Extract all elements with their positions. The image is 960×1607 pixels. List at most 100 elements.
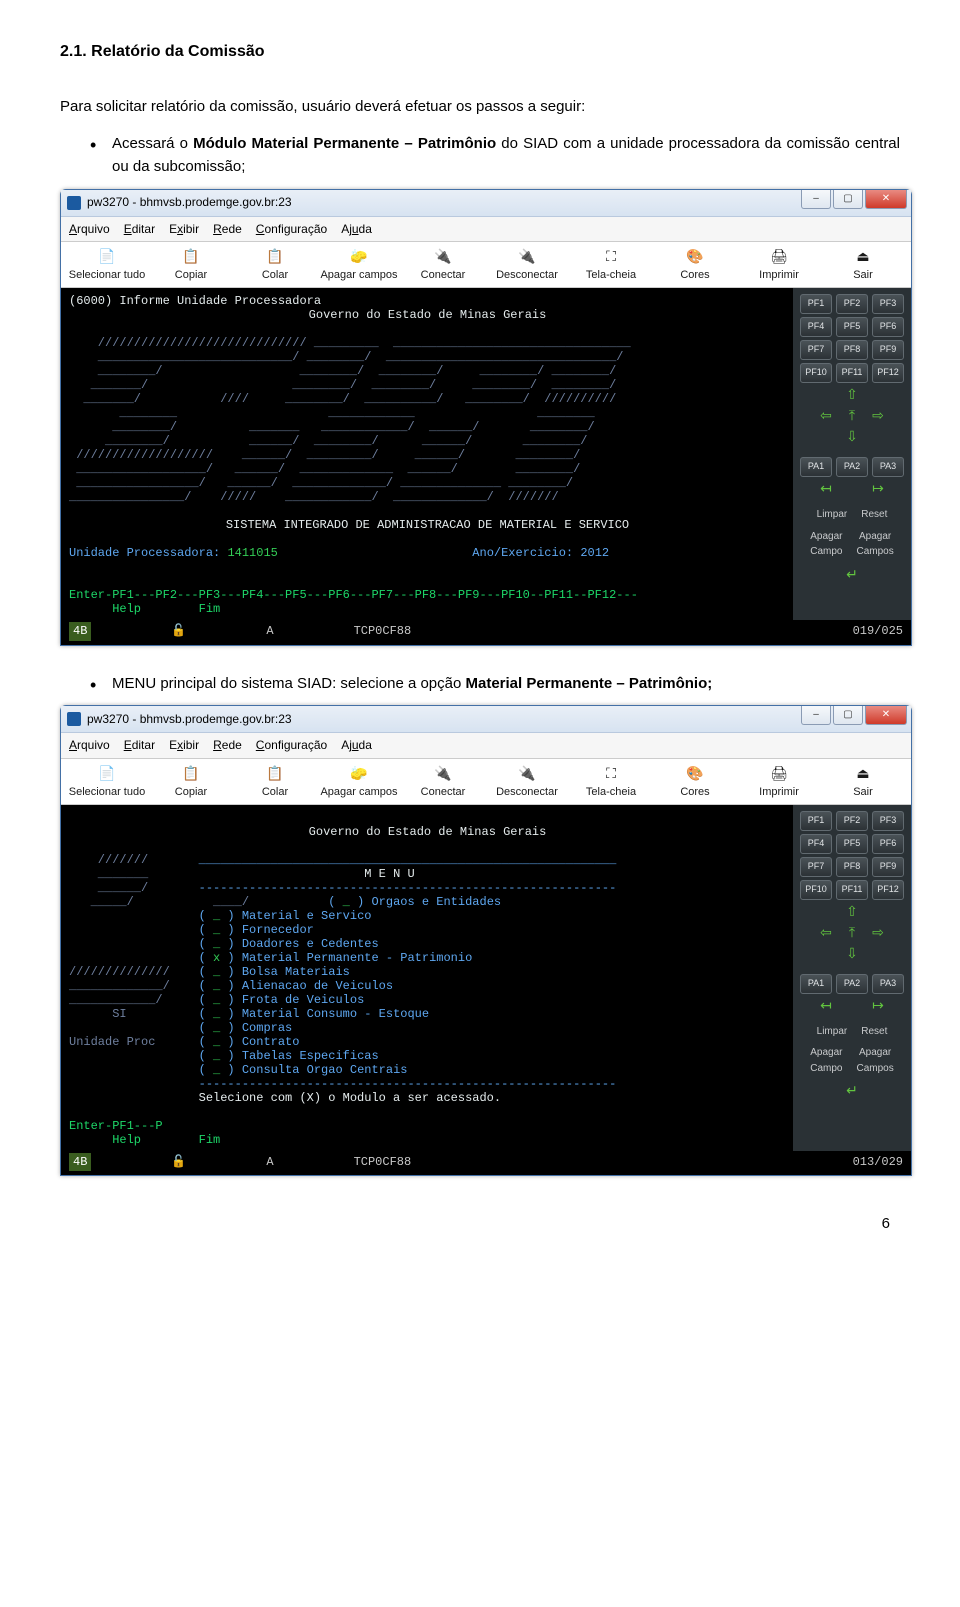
toolbar-copiar[interactable]: 📋Copiar (151, 763, 231, 804)
toolbar-colar[interactable]: 📋Colar (235, 246, 315, 287)
pf12-button[interactable]: PF12 (872, 363, 904, 383)
toolbar-conectar[interactable]: 🔌Conectar (403, 763, 483, 804)
minimize-button[interactable]: – (801, 706, 831, 725)
toolbar-cores[interactable]: 🎨Cores (655, 246, 735, 287)
titlebar-2[interactable]: pw3270 - bhmvsb.prodemge.gov.br:23 – ▢ ✕ (61, 706, 911, 733)
titlebar[interactable]: pw3270 - bhmvsb.prodemge.gov.br:23 – ▢ ✕ (61, 190, 911, 217)
pf2-button[interactable]: PF2 (836, 811, 868, 831)
apagar-campo-button[interactable]: ApagarCampo (810, 1045, 842, 1076)
pf10-button[interactable]: PF10 (800, 880, 832, 900)
reset-button[interactable]: Reset (861, 507, 887, 523)
toolbar-tela-cheia[interactable]: ⛶Tela-cheia (571, 246, 651, 287)
pa2-button[interactable]: PA2 (836, 457, 868, 477)
pf1-button[interactable]: PF1 (800, 811, 832, 831)
toolbar-colar[interactable]: 📋Colar (235, 763, 315, 804)
tab-back-icon[interactable]: ↤ (815, 480, 837, 498)
pa3-button[interactable]: PA3 (872, 457, 904, 477)
menu-editar[interactable]: Editar (124, 736, 155, 755)
menu-ajuda[interactable]: Ajuda (341, 220, 372, 239)
tab-fwd-icon[interactable]: ↦ (867, 480, 889, 498)
menu-rede[interactable]: Rede (213, 220, 242, 239)
pf6-button[interactable]: PF6 (872, 834, 904, 854)
pf7-button[interactable]: PF7 (800, 857, 832, 877)
menu-arquivo[interactable]: Arquivo (69, 736, 110, 755)
toolbar-selecionar-tudo[interactable]: 📄Selecionar tudo (67, 763, 147, 804)
menu-rede[interactable]: Rede (213, 736, 242, 755)
down-arrow-icon[interactable]: ⇩ (841, 428, 863, 446)
menu-editar[interactable]: Editar (124, 220, 155, 239)
toolbar-sair[interactable]: ⏏Sair (823, 763, 903, 804)
pa1-button[interactable]: PA1 (800, 974, 832, 994)
menubar-2[interactable]: Arquivo Editar Exibir Rede Configuração … (61, 733, 911, 759)
minimize-button[interactable]: – (801, 190, 831, 209)
pf7-button[interactable]: PF7 (800, 340, 832, 360)
term1-unidade-value[interactable]: 1411015 (227, 546, 277, 560)
pf3-button[interactable]: PF3 (872, 294, 904, 314)
pf9-button[interactable]: PF9 (872, 857, 904, 877)
left-arrow-icon[interactable]: ⇦ (815, 924, 837, 942)
toolbar-cores[interactable]: 🎨Cores (655, 763, 735, 804)
pf5-button[interactable]: PF5 (836, 317, 868, 337)
pf1-button[interactable]: PF1 (800, 294, 832, 314)
pf4-button[interactable]: PF4 (800, 834, 832, 854)
pf11-button[interactable]: PF11 (836, 880, 868, 900)
pf3-button[interactable]: PF3 (872, 811, 904, 831)
pf12-button[interactable]: PF12 (872, 880, 904, 900)
toolbar-imprimir[interactable]: 🖨Imprimir (739, 246, 819, 287)
home-icon[interactable]: ⤒ (841, 924, 863, 942)
pf4-button[interactable]: PF4 (800, 317, 832, 337)
reset-button[interactable]: Reset (861, 1024, 887, 1040)
pf6-button[interactable]: PF6 (872, 317, 904, 337)
toolbar-tela-cheia[interactable]: ⛶Tela-cheia (571, 763, 651, 804)
toolbar-desconectar[interactable]: 🔌Desconectar (487, 763, 567, 804)
right-arrow-icon[interactable]: ⇨ (867, 407, 889, 425)
maximize-button[interactable]: ▢ (833, 706, 863, 725)
tab-back-icon[interactable]: ↤ (815, 997, 837, 1015)
apagar-campos-button[interactable]: ApagarCampos (857, 529, 894, 560)
pf8-button[interactable]: PF8 (836, 340, 868, 360)
pf5-button[interactable]: PF5 (836, 834, 868, 854)
toolbar-apagar-campos[interactable]: 🧽Apagar campos (319, 763, 399, 804)
up-arrow-icon[interactable]: ⇧ (841, 903, 863, 921)
tab-fwd-icon[interactable]: ↦ (867, 997, 889, 1015)
toolbar-conectar[interactable]: 🔌Conectar (403, 246, 483, 287)
menu-exibir[interactable]: Exibir (169, 220, 199, 239)
menu-arquivo[interactable]: Arquivo (69, 220, 110, 239)
menu-configuracao[interactable]: Configuração (256, 220, 327, 239)
pf8-button[interactable]: PF8 (836, 857, 868, 877)
apagar-campos-button[interactable]: ApagarCampos (857, 1045, 894, 1076)
apagar-campo-button[interactable]: ApagarCampo (810, 529, 842, 560)
selecionar-tudo-icon: 📄 (97, 765, 117, 783)
pf11-button[interactable]: PF11 (836, 363, 868, 383)
menu-exibir[interactable]: Exibir (169, 736, 199, 755)
limpar-button[interactable]: Limpar (817, 1024, 848, 1040)
toolbar-sair[interactable]: ⏏Sair (823, 246, 903, 287)
toolbar-apagar-campos[interactable]: 🧽Apagar campos (319, 246, 399, 287)
pf2-button[interactable]: PF2 (836, 294, 868, 314)
right-arrow-icon[interactable]: ⇨ (867, 924, 889, 942)
enter-icon[interactable]: ↵ (841, 566, 863, 584)
menu-configuracao[interactable]: Configuração (256, 736, 327, 755)
terminal-2[interactable]: Governo do Estado de Minas Gerais //////… (61, 805, 792, 1151)
toolbar-copiar[interactable]: 📋Copiar (151, 246, 231, 287)
left-arrow-icon[interactable]: ⇦ (815, 407, 837, 425)
up-arrow-icon[interactable]: ⇧ (841, 386, 863, 404)
down-arrow-icon[interactable]: ⇩ (841, 945, 863, 963)
terminal-1[interactable]: (6000) Informe Unidade Processadora Gove… (61, 288, 792, 620)
pf9-button[interactable]: PF9 (872, 340, 904, 360)
home-icon[interactable]: ⤒ (841, 407, 863, 425)
pa1-button[interactable]: PA1 (800, 457, 832, 477)
pf10-button[interactable]: PF10 (800, 363, 832, 383)
toolbar-desconectar[interactable]: 🔌Desconectar (487, 246, 567, 287)
close-button[interactable]: ✕ (865, 190, 907, 209)
pa2-button[interactable]: PA2 (836, 974, 868, 994)
enter-icon[interactable]: ↵ (841, 1082, 863, 1100)
toolbar-selecionar-tudo[interactable]: 📄Selecionar tudo (67, 246, 147, 287)
limpar-button[interactable]: Limpar (817, 507, 848, 523)
close-button[interactable]: ✕ (865, 706, 907, 725)
menu-ajuda[interactable]: Ajuda (341, 736, 372, 755)
menubar[interactable]: Arquivo Editar Exibir Rede Configuração … (61, 217, 911, 243)
pa3-button[interactable]: PA3 (872, 974, 904, 994)
toolbar-imprimir[interactable]: 🖨Imprimir (739, 763, 819, 804)
maximize-button[interactable]: ▢ (833, 190, 863, 209)
